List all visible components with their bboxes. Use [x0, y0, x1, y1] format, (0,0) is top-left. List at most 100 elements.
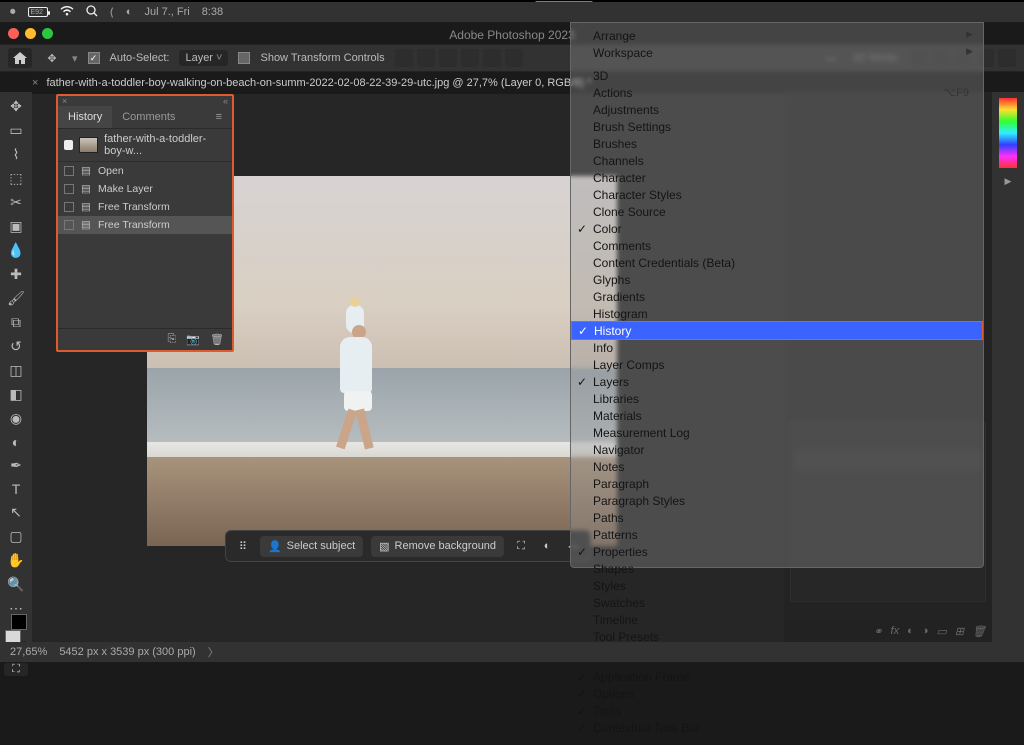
history-brush-tool[interactable]: ↺ [4, 338, 28, 355]
wifi-icon[interactable] [60, 6, 74, 19]
history-state[interactable]: ▤Open [58, 162, 232, 180]
menu-item-gradients[interactable]: Gradients [571, 288, 983, 305]
menu-item-3d[interactable]: 3D [571, 67, 983, 84]
gradient-tool[interactable]: ◧ [4, 386, 28, 403]
menu-item-glyphs[interactable]: Glyphs [571, 271, 983, 288]
close-panel-icon[interactable]: × [62, 96, 67, 106]
collapse-panel-icon[interactable]: « [223, 96, 228, 106]
menubar-date[interactable]: Jul 7., Fri [144, 6, 189, 18]
zoom-readout[interactable]: 27,65% [10, 646, 47, 658]
document-tab[interactable]: × father-with-a-toddler-boy-walking-on-b… [32, 72, 591, 94]
menu-item-tools[interactable]: ✓Tools [571, 702, 983, 719]
menu-item-character[interactable]: Character [571, 169, 983, 186]
blur-tool[interactable]: ◉ [4, 410, 28, 427]
menu-item-application-frame[interactable]: ✓Application Frame [571, 668, 983, 685]
show-transform-controls-checkbox[interactable] [238, 52, 250, 64]
document-dimensions[interactable]: 5452 px x 3539 px (300 ppi) [59, 646, 195, 658]
align-icon[interactable] [417, 49, 435, 67]
menu-item-navigator[interactable]: Navigator [571, 441, 983, 458]
auto-select-checkbox[interactable] [88, 52, 100, 64]
align-icon[interactable] [483, 49, 501, 67]
ctb-drag-handle[interactable]: ⠿ [234, 537, 252, 555]
3d-icon[interactable] [998, 49, 1016, 67]
menu-item-layers[interactable]: ✓Layers [571, 373, 983, 390]
battery-icon[interactable]: E92 [28, 7, 48, 17]
history-state[interactable]: ▤Free Transform [58, 198, 232, 216]
align-icon[interactable] [439, 49, 457, 67]
eyedropper-tool[interactable]: 💧 [4, 242, 28, 259]
status-chevron-icon[interactable]: 〉 [208, 644, 219, 660]
history-marker[interactable] [64, 184, 74, 194]
menu-item-layer-comps[interactable]: Layer Comps [571, 356, 983, 373]
menu-item-content-credentials-beta-[interactable]: Content Credentials (Beta) [571, 254, 983, 271]
history-tab[interactable]: History [58, 106, 112, 128]
menu-item-properties[interactable]: ✓Properties [571, 543, 983, 560]
menu-item-paths[interactable]: Paths [571, 509, 983, 526]
brush-tool[interactable]: 🖌 [4, 290, 28, 307]
menu-item-brushes[interactable]: Brushes [571, 135, 983, 152]
history-brush-source-icon[interactable] [64, 140, 73, 150]
path-tool[interactable]: ↖ [4, 504, 28, 521]
color-panel-icon[interactable] [999, 98, 1017, 168]
history-marker[interactable] [64, 220, 74, 230]
align-icon[interactable] [395, 49, 413, 67]
siri-icon[interactable]: ◐ [126, 6, 133, 18]
shape-tool[interactable]: ▢ [4, 528, 28, 545]
align-icon[interactable] [461, 49, 479, 67]
menu-item-libraries[interactable]: Libraries [571, 390, 983, 407]
pen-tool[interactable]: ✒ [4, 457, 28, 474]
delete-state-icon[interactable]: 🗑 [210, 333, 224, 346]
lasso-tool[interactable]: ⌇ [4, 146, 28, 163]
menubar-time[interactable]: 8:38 [202, 6, 223, 18]
frame-tool[interactable]: ▣ [4, 218, 28, 235]
adjustments-icon[interactable]: ◐ [538, 537, 556, 555]
menu-item-patterns[interactable]: Patterns [571, 526, 983, 543]
search-icon[interactable] [86, 5, 98, 20]
control-center-icon[interactable]: ⟨ [110, 6, 114, 19]
menu-item-paragraph[interactable]: Paragraph [571, 475, 983, 492]
record-icon[interactable]: ⏺ [10, 6, 16, 19]
history-marker[interactable] [64, 166, 74, 176]
menu-item-brush-settings[interactable]: Brush Settings [571, 118, 983, 135]
healing-tool[interactable]: ✚ [4, 266, 28, 283]
new-doc-from-state-icon[interactable]: ⎘ [168, 333, 177, 346]
crop-tool[interactable]: ✂ [4, 194, 28, 211]
screen-mode-button[interactable]: ⛶ [4, 663, 28, 676]
menu-item-workspace[interactable]: Workspace▶ [571, 44, 983, 61]
align-icon[interactable] [505, 49, 523, 67]
history-marker[interactable] [64, 202, 74, 212]
comments-tab[interactable]: Comments [112, 106, 185, 128]
menu-item-color[interactable]: ✓Color [571, 220, 983, 237]
menu-item-character-styles[interactable]: Character Styles [571, 186, 983, 203]
menu-item-history[interactable]: ✓History [571, 321, 983, 340]
transform-icon[interactable]: ⛶ [512, 537, 530, 555]
menu-item-options[interactable]: ✓Options [571, 685, 983, 702]
history-state[interactable]: ▤Make Layer [58, 180, 232, 198]
menu-item-contextual-task-bar[interactable]: ✓Contextual Task Bar [571, 719, 983, 736]
dodge-tool[interactable]: ◐ [4, 434, 28, 450]
history-state[interactable]: ▤Free Transform [58, 216, 232, 234]
select-subject-button[interactable]: 👤Select subject [260, 536, 363, 557]
menu-item-styles[interactable]: Styles [571, 577, 983, 594]
remove-background-button[interactable]: ▧Remove background [371, 536, 504, 557]
menu-item-timeline[interactable]: Timeline [571, 611, 983, 628]
type-tool[interactable]: T [4, 481, 28, 497]
stamp-tool[interactable]: ⧉ [4, 314, 28, 331]
menu-item-channels[interactable]: Channels [571, 152, 983, 169]
new-snapshot-icon[interactable]: 📷 [186, 333, 200, 346]
auto-select-target-dropdown[interactable]: Layer ˅ [179, 50, 228, 66]
marquee-tool[interactable]: ▭ [4, 122, 28, 139]
menu-item-swatches[interactable]: Swatches [571, 594, 983, 611]
menu-item-measurement-log[interactable]: Measurement Log [571, 424, 983, 441]
menu-item-shapes[interactable]: Shapes [571, 560, 983, 577]
menu-item-notes[interactable]: Notes [571, 458, 983, 475]
home-button[interactable] [8, 48, 32, 68]
selection-tool[interactable]: ⬚ [4, 170, 28, 187]
close-tab-icon[interactable]: × [32, 77, 38, 89]
menu-item-adjustments[interactable]: Adjustments [571, 101, 983, 118]
menu-item-comments[interactable]: Comments [571, 237, 983, 254]
menu-item-materials[interactable]: Materials [571, 407, 983, 424]
menu-item-arrange[interactable]: Arrange▶ [571, 27, 983, 44]
eraser-tool[interactable]: ◫ [4, 362, 28, 379]
menu-item-histogram[interactable]: Histogram [571, 305, 983, 322]
